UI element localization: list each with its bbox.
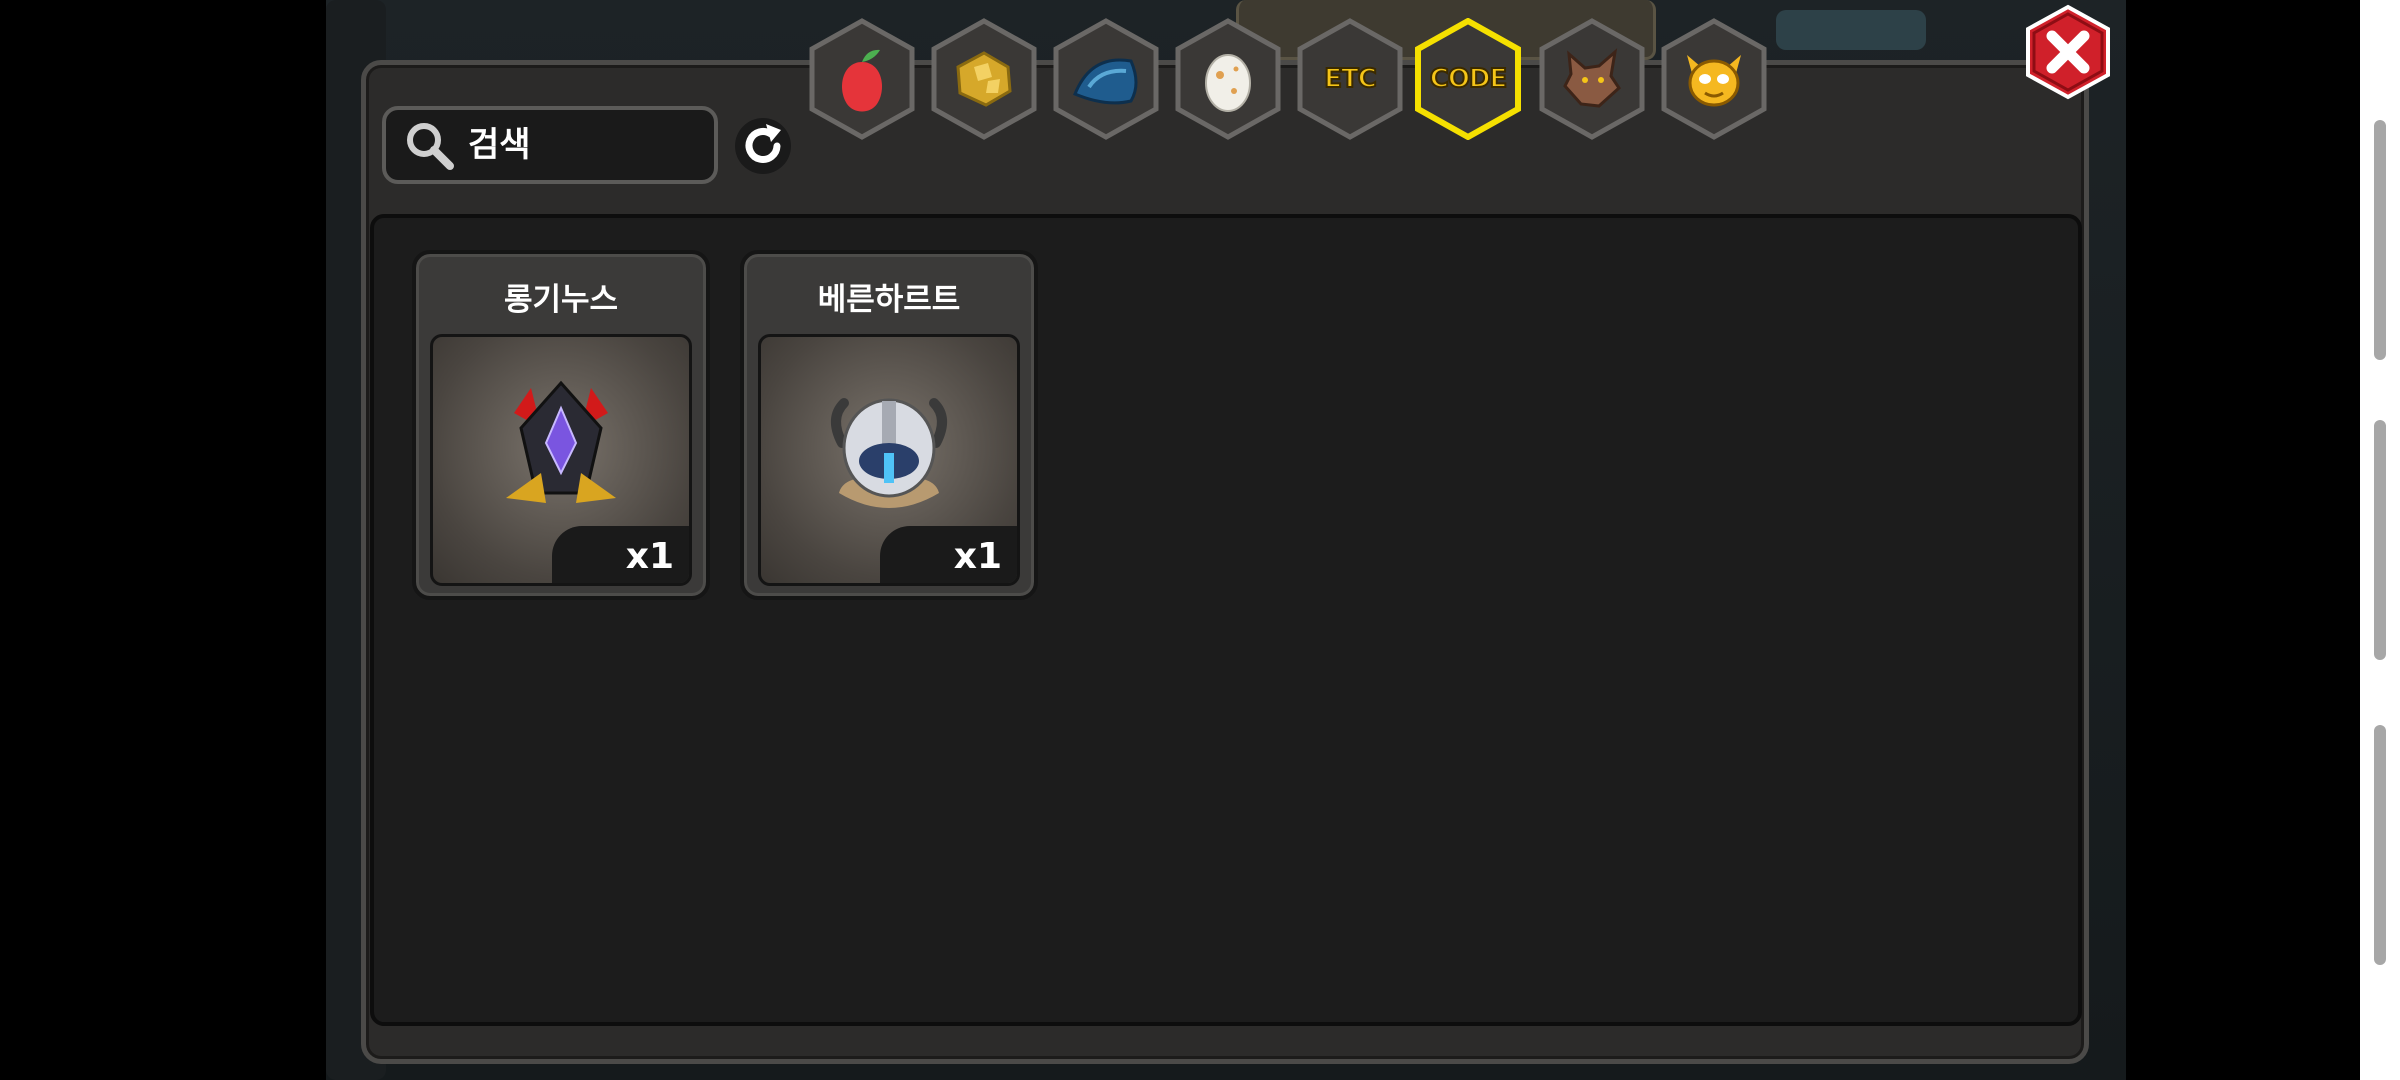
system-scrollbar-strip (2360, 0, 2400, 1080)
search-icon (407, 123, 454, 170)
item-card-longinus[interactable]: 롱기누스 x1 (412, 250, 710, 600)
tab-label: ETC (1323, 63, 1378, 95)
tab-fruit[interactable] (808, 18, 916, 140)
tab-monster[interactable] (1660, 18, 1768, 140)
tab-ore[interactable] (930, 18, 1038, 140)
scroll-indicator (2374, 120, 2386, 360)
search-box[interactable] (382, 106, 718, 184)
scroll-indicator (2374, 420, 2386, 660)
tab-label: CODE (1429, 63, 1509, 95)
dark-crystal-helm-icon (506, 380, 616, 503)
blue-scale-icon (1073, 58, 1138, 105)
item-name: 베른하르트 (817, 282, 961, 318)
tab-code[interactable]: CODE (1414, 18, 1522, 140)
item-icon-frame: x1 (758, 334, 1020, 586)
tab-egg[interactable] (1174, 18, 1282, 140)
item-card-bernhardt[interactable]: 베른하르트 x1 (740, 250, 1038, 600)
background-decoration (1776, 10, 1926, 50)
close-icon[interactable] (2024, 4, 2112, 100)
item-name: 롱기누스 (503, 282, 619, 318)
item-icon-frame: x1 (430, 334, 692, 586)
egg-icon (1205, 54, 1251, 112)
red-fruit-icon (842, 49, 882, 112)
tab-scale[interactable] (1052, 18, 1160, 140)
refresh-icon[interactable] (733, 116, 793, 176)
tab-etc[interactable]: ETC (1296, 18, 1404, 140)
tab-wolf[interactable] (1538, 18, 1646, 140)
scroll-indicator (2374, 725, 2386, 965)
item-count: x1 (552, 526, 689, 583)
gold-ore-icon (956, 51, 1012, 107)
viking-helmet-icon (831, 397, 947, 508)
yellow-monster-icon (1687, 55, 1741, 107)
wolf-icon (1563, 48, 1621, 108)
search-input[interactable] (468, 125, 688, 165)
item-count: x1 (880, 526, 1017, 583)
